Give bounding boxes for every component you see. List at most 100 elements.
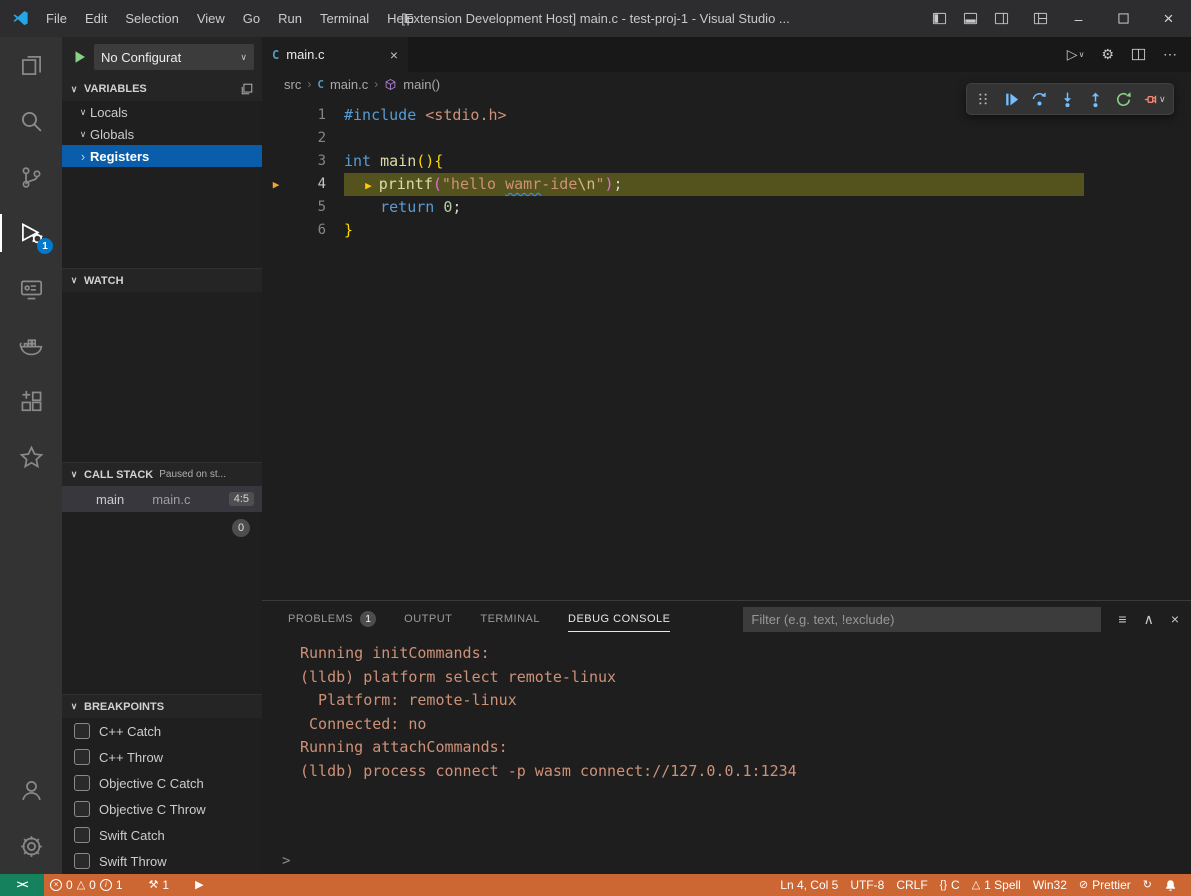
run-and-debug-icon[interactable]: 1 — [0, 205, 62, 261]
language-mode-item[interactable]: {} C — [934, 874, 966, 896]
tab-terminal[interactable]: TERMINAL — [480, 601, 540, 637]
remote-explorer-icon[interactable] — [0, 261, 62, 317]
checkbox-unchecked[interactable] — [74, 801, 90, 817]
checkbox-unchecked[interactable] — [74, 775, 90, 791]
explorer-icon[interactable] — [0, 37, 62, 93]
variables-scope-registers[interactable]: › Registers — [62, 145, 262, 167]
code-line[interactable]: 6} — [262, 219, 1191, 242]
extensions-icon[interactable] — [0, 373, 62, 429]
maximize-panel-icon[interactable]: ∧ — [1144, 612, 1154, 626]
more-actions-button[interactable]: ⋯ — [1163, 46, 1177, 63]
menu-file[interactable]: File — [37, 0, 76, 37]
toolbar-drag-handle[interactable] — [969, 84, 997, 114]
code-line[interactable]: 5 return 0; — [262, 196, 1191, 219]
code-line[interactable]: 3int main(){ — [262, 150, 1191, 173]
customize-layout-icon[interactable] — [1025, 0, 1056, 37]
filter-lines-icon[interactable]: ≡ — [1118, 612, 1126, 626]
close-panel-icon[interactable]: × — [1171, 612, 1179, 626]
accounts-icon[interactable] — [0, 762, 62, 818]
close-window-button[interactable]: × — [1146, 0, 1191, 37]
toggle-secondary-sidebar-icon[interactable] — [986, 0, 1017, 37]
start-debugging-icon[interactable] — [72, 49, 88, 65]
breakpoint-gutter[interactable] — [262, 127, 290, 150]
checkbox-unchecked[interactable] — [74, 853, 90, 869]
menu-selection[interactable]: Selection — [116, 0, 187, 37]
breakpoint-gutter[interactable] — [262, 219, 290, 242]
sync-status-item[interactable]: ↻ — [1137, 874, 1158, 896]
menu-run[interactable]: Run — [269, 0, 311, 37]
panes-layout-icon[interactable] — [240, 82, 254, 96]
console-input-row[interactable]: > — [262, 848, 1191, 874]
breakpoint-row[interactable]: C++ Catch — [62, 718, 262, 744]
variables-scope-locals[interactable]: ∨ Locals — [62, 101, 262, 123]
breakpoint-row[interactable]: Objective C Catch — [62, 770, 262, 796]
docker-icon[interactable] — [0, 317, 62, 373]
vscode-window: File Edit Selection View Go Run Terminal… — [0, 0, 1191, 896]
settings-gear-icon[interactable] — [0, 818, 62, 874]
minimize-button[interactable]: – — [1056, 0, 1101, 37]
search-icon[interactable] — [0, 93, 62, 149]
variables-pane-header[interactable]: ∨ VARIABLES — [62, 77, 262, 101]
variables-scope-globals[interactable]: ∨ Globals — [62, 123, 262, 145]
toggle-sidebar-icon[interactable] — [924, 0, 955, 37]
breadcrumb-file[interactable]: main.c — [330, 77, 368, 92]
editor[interactable]: 1#include <stdio.h>23int main(){▶4 ▶prin… — [262, 96, 1191, 600]
code-line[interactable]: 2 — [262, 127, 1191, 150]
star-extension-icon[interactable] — [0, 429, 62, 485]
console-output[interactable]: Running initCommands:(lldb) platform sel… — [262, 637, 1191, 848]
menu-go[interactable]: Go — [234, 0, 269, 37]
console-filter-input[interactable] — [743, 607, 1101, 632]
tab-main-c[interactable]: C main.c × — [262, 37, 408, 72]
eol-item[interactable]: CRLF — [890, 874, 933, 896]
breakpoint-gutter[interactable] — [262, 104, 290, 127]
checkbox-unchecked[interactable] — [74, 749, 90, 765]
close-tab-icon[interactable]: × — [390, 47, 398, 63]
encoding-item[interactable]: UTF-8 — [844, 874, 890, 896]
debug-config-select[interactable]: No Configurat ∨ — [94, 44, 254, 70]
breakpoint-row[interactable]: Swift Throw — [62, 848, 262, 874]
problems-status-item[interactable]: × 0 △ 0 i 1 — [44, 874, 129, 896]
formatter-item[interactable]: ⊘ Prettier — [1073, 874, 1137, 896]
watch-pane-header[interactable]: ∨ WATCH — [62, 268, 262, 292]
checkbox-unchecked[interactable] — [74, 827, 90, 843]
breadcrumb-symbol[interactable]: main() — [403, 77, 440, 92]
breadcrumb-folder[interactable]: src — [284, 77, 301, 92]
step-out-button[interactable] — [1081, 84, 1109, 114]
step-into-button[interactable] — [1053, 84, 1081, 114]
restart-button[interactable] — [1109, 84, 1137, 114]
breakpoint-row[interactable]: Objective C Throw — [62, 796, 262, 822]
tools-status-item[interactable]: ⚒ 1 — [143, 874, 176, 896]
breakpoint-gutter[interactable] — [262, 150, 290, 173]
menu-help[interactable]: Help — [378, 0, 423, 37]
debug-session-chevron-icon[interactable]: ∨ — [1159, 94, 1171, 105]
platform-item[interactable]: Win32 — [1027, 874, 1073, 896]
remote-indicator[interactable]: >< — [0, 874, 44, 896]
code-line[interactable]: ▶4 ▶printf("hello wamr-ide\n"); — [262, 173, 1191, 196]
cursor-position-item[interactable]: Ln 4, Col 5 — [774, 874, 844, 896]
checkbox-unchecked[interactable] — [74, 723, 90, 739]
debug-current-line-arrow-icon[interactable]: ▶ — [262, 173, 290, 196]
call-stack-pane-header[interactable]: ∨ CALL STACK Paused on st... — [62, 462, 262, 486]
menu-view[interactable]: View — [188, 0, 234, 37]
menu-edit[interactable]: Edit — [76, 0, 116, 37]
breakpoint-row[interactable]: Swift Catch — [62, 822, 262, 848]
breakpoints-pane-header[interactable]: ∨ BREAKPOINTS — [62, 694, 262, 718]
toggle-panel-icon[interactable] — [955, 0, 986, 37]
menu-terminal[interactable]: Terminal — [311, 0, 378, 37]
gear-icon[interactable]: ⚙ — [1101, 46, 1114, 63]
breakpoint-gutter[interactable] — [262, 196, 290, 219]
source-control-icon[interactable] — [0, 149, 62, 205]
tab-output[interactable]: OUTPUT — [404, 601, 452, 637]
split-editor-icon[interactable] — [1131, 47, 1146, 62]
notifications-item[interactable] — [1158, 874, 1183, 896]
tab-debug-console[interactable]: DEBUG CONSOLE — [568, 601, 670, 637]
tab-problems[interactable]: PROBLEMS 1 — [288, 601, 376, 637]
maximize-button[interactable] — [1101, 0, 1146, 37]
breakpoint-row[interactable]: C++ Throw — [62, 744, 262, 770]
step-over-button[interactable] — [1025, 84, 1053, 114]
stack-frame-row[interactable]: main main.c 4:5 — [62, 486, 262, 512]
continue-button[interactable] — [997, 84, 1025, 114]
run-or-debug-button[interactable]: ▷∨ — [1067, 46, 1085, 63]
debug-status-item[interactable]: ▶ — [189, 874, 209, 896]
spell-checker-item[interactable]: △ 1 Spell — [966, 874, 1027, 896]
